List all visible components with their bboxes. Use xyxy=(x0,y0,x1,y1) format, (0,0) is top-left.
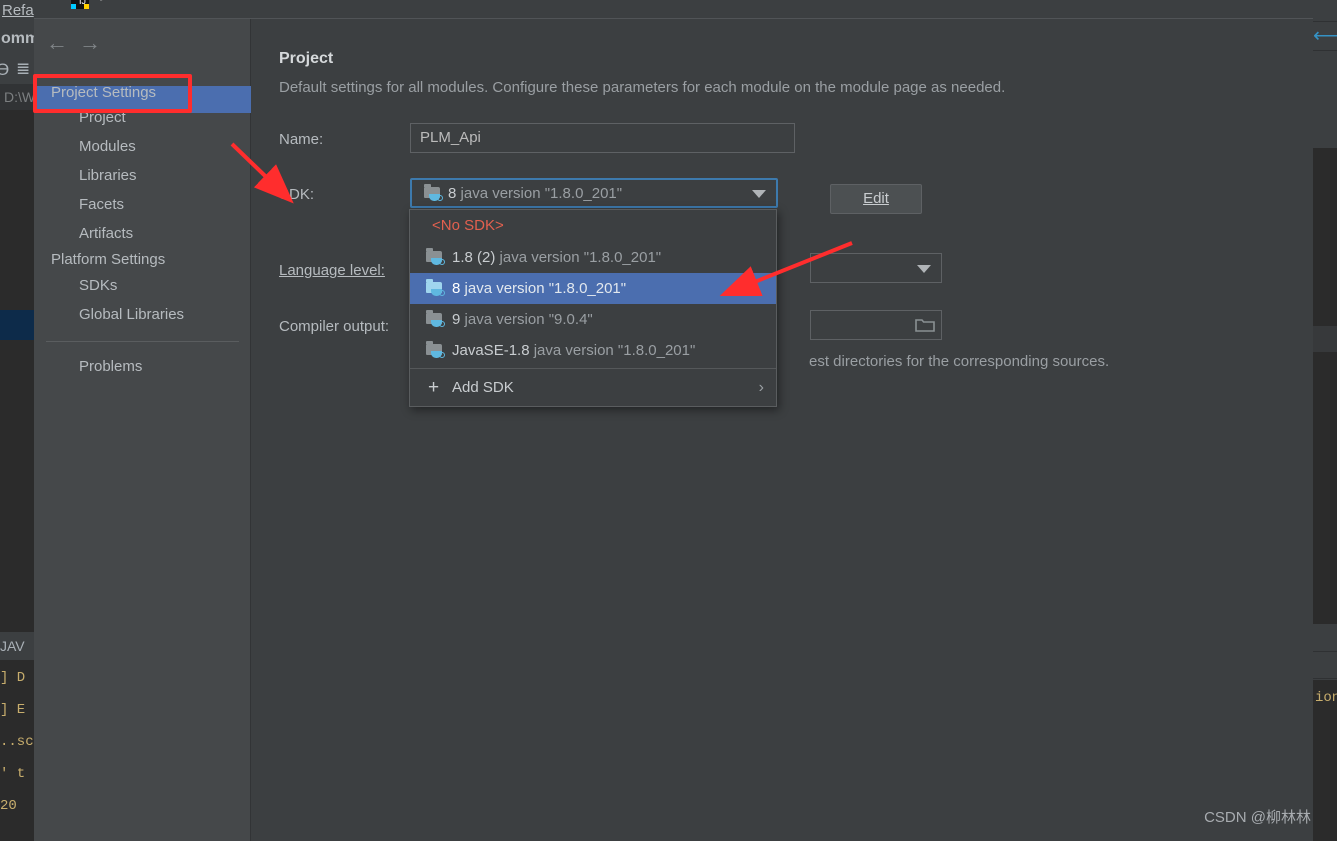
sdk-value-name: 8 xyxy=(448,185,457,202)
ide-right-band2 xyxy=(1313,326,1337,352)
console-line: ] E xyxy=(0,702,26,718)
sdk-combobox[interactable]: 8 java version "1.8.0_201" xyxy=(410,178,778,208)
chevron-down-icon[interactable] xyxy=(752,190,766,198)
sdk-value-version: java version "1.8.0_201" xyxy=(460,185,623,202)
ide-menu-text: Refa xyxy=(2,2,34,19)
sidebar-item-sdks[interactable]: SDKs xyxy=(79,277,117,294)
sdk-option-name: 1.8 (2) xyxy=(452,249,496,266)
close-icon[interactable]: × xyxy=(1270,0,1304,6)
sidebar-divider xyxy=(46,341,239,342)
sidebar-item-global-libraries[interactable]: Global Libraries xyxy=(79,306,184,323)
sdk-dropdown-popup[interactable]: <No SDK> 1.8 (2) java version "1.8.0_201… xyxy=(409,209,777,407)
language-level-combobox[interactable] xyxy=(810,253,942,283)
sdk-option-name: 8 xyxy=(452,280,461,297)
sdk-option-row[interactable]: 1.8 (2) java version "1.8.0_201" xyxy=(410,242,776,273)
page-title: Project xyxy=(279,50,334,67)
ide-right-editor2 xyxy=(1313,352,1337,624)
sdk-combobox-value: 8 java version "1.8.0_201" xyxy=(448,180,622,208)
ide-editor-area[interactable] xyxy=(0,110,34,310)
arrow-left-icon[interactable]: ← xyxy=(46,32,68,54)
compiler-output-input[interactable] xyxy=(810,310,942,340)
ide-toolbar-fragment[interactable]: ommi xyxy=(0,22,34,56)
console-line: ] D xyxy=(0,670,26,686)
sidebar-group-project-settings: Project Settings xyxy=(51,84,157,101)
screenshot-root: Refa ommi ϴ ≣ D:\W JAV ] D ] E ..sc ' t … xyxy=(0,0,1337,841)
chevron-right-icon: › xyxy=(758,379,764,396)
sdk-option-row[interactable]: JavaSE-1.8 java version "1.8.0_201" xyxy=(410,335,776,366)
sdk-option-version: java version "1.8.0_201" xyxy=(533,342,696,359)
sdk-option-row[interactable]: 9 java version "9.0.4" xyxy=(410,304,776,335)
project-structure-dialog: IJ Project Structure × ← → Project Setti… xyxy=(34,0,1313,841)
compiler-output-label: Compiler output: xyxy=(279,318,390,335)
dialog-sidebar: ← → Project Settings Project Modules Lib… xyxy=(34,19,251,841)
console-line: 20 xyxy=(0,798,17,814)
sidebar-item-libraries[interactable]: Libraries xyxy=(79,167,137,184)
sidebar-item-facets[interactable]: Facets xyxy=(79,196,124,213)
console-line: ..sc xyxy=(0,734,34,750)
add-sdk-label: Add SDK xyxy=(452,379,514,396)
dialog-title-bar: IJ Project Structure × xyxy=(34,0,1313,18)
page-description: Default settings for all modules. Config… xyxy=(279,79,1006,96)
dialog-title: Project Structure xyxy=(74,0,201,2)
sidebar-item-artifacts[interactable]: Artifacts xyxy=(79,225,133,242)
ide-right-top xyxy=(1313,0,1337,22)
dialog-body: ← → Project Settings Project Modules Lib… xyxy=(34,18,1313,841)
sidebar-item-problems[interactable]: Problems xyxy=(79,358,142,375)
ide-console-output[interactable]: ] D ] E ..sc ' t 20 xyxy=(0,660,34,841)
java-sdk-folder-icon xyxy=(426,310,445,328)
java-sdk-folder-icon xyxy=(424,184,443,202)
ide-right-band xyxy=(1313,52,1337,148)
sdk-option-name: JavaSE-1.8 xyxy=(452,342,530,359)
ide-right-band4 xyxy=(1313,653,1337,679)
compiler-output-hint: est directories for the corresponding so… xyxy=(809,353,1110,370)
plus-icon: + xyxy=(428,377,440,398)
ide-toolbar-icons: ϴ ≣ xyxy=(0,56,34,84)
sidebar-item-project[interactable]: Project xyxy=(79,109,126,126)
sdk-edit-label: Edit xyxy=(863,190,889,207)
sdk-option-no-sdk[interactable]: <No SDK> xyxy=(410,210,776,242)
ide-right-console: ion xyxy=(1313,680,1337,841)
ide-left-strip: Refa ommi ϴ ≣ D:\W JAV ] D ] E ..sc ' t … xyxy=(0,0,34,841)
ide-right-band3 xyxy=(1313,624,1337,652)
chevron-down-icon[interactable] xyxy=(917,265,931,273)
java-sdk-folder-icon xyxy=(426,248,445,266)
dialog-content: Project Default settings for all modules… xyxy=(252,19,1313,841)
project-name-input[interactable]: PLM_Api xyxy=(410,123,795,153)
circle-slash-icon[interactable]: ϴ xyxy=(0,60,9,80)
ide-editor-selection xyxy=(0,310,34,340)
sdk-option-row-selected[interactable]: 8 java version "1.8.0_201" xyxy=(410,273,776,304)
ide-right-text: ion xyxy=(1315,690,1337,706)
ide-editor-area-lower[interactable] xyxy=(0,340,34,632)
sdk-option-version: java version "9.0.4" xyxy=(464,311,593,328)
sdk-option-version: java version "1.8.0_201" xyxy=(499,249,662,266)
sidebar-item-modules[interactable]: Modules xyxy=(79,138,136,155)
sdk-option-version: java version "1.8.0_201" xyxy=(464,280,627,297)
language-level-label: Language level: xyxy=(279,262,385,279)
arrow-right-icon[interactable]: → xyxy=(79,32,101,54)
sidebar-group-platform-settings: Platform Settings xyxy=(51,251,166,268)
bookmark-arrow-icon[interactable]: ⟵ xyxy=(1313,23,1337,51)
add-sdk-item[interactable]: + Add SDK › xyxy=(410,369,776,406)
language-level-text: Language level: xyxy=(279,262,385,279)
ide-breadcrumb-fragment[interactable]: D:\W xyxy=(0,84,34,110)
sdk-label: SDK: xyxy=(279,186,315,203)
sidebar-nav: ← → xyxy=(34,19,251,69)
watermark: CSDN @柳林林 xyxy=(1204,809,1311,826)
sdk-edit-button[interactable]: Edit xyxy=(830,184,922,214)
ide-console-header: JAV xyxy=(0,632,34,660)
ide-right-strip: ⟵ ion xyxy=(1313,0,1337,841)
java-sdk-folder-icon xyxy=(426,341,445,359)
java-sdk-folder-icon xyxy=(426,279,445,297)
browse-folder-icon[interactable] xyxy=(915,317,935,333)
ide-menu-fragment[interactable]: Refa xyxy=(0,0,34,22)
ide-right-editor xyxy=(1313,148,1337,326)
console-line: ' t xyxy=(0,766,26,782)
name-label: Name: xyxy=(279,131,324,148)
sdk-option-name: 9 xyxy=(452,311,461,328)
collapse-all-icon[interactable]: ≣ xyxy=(16,59,30,79)
